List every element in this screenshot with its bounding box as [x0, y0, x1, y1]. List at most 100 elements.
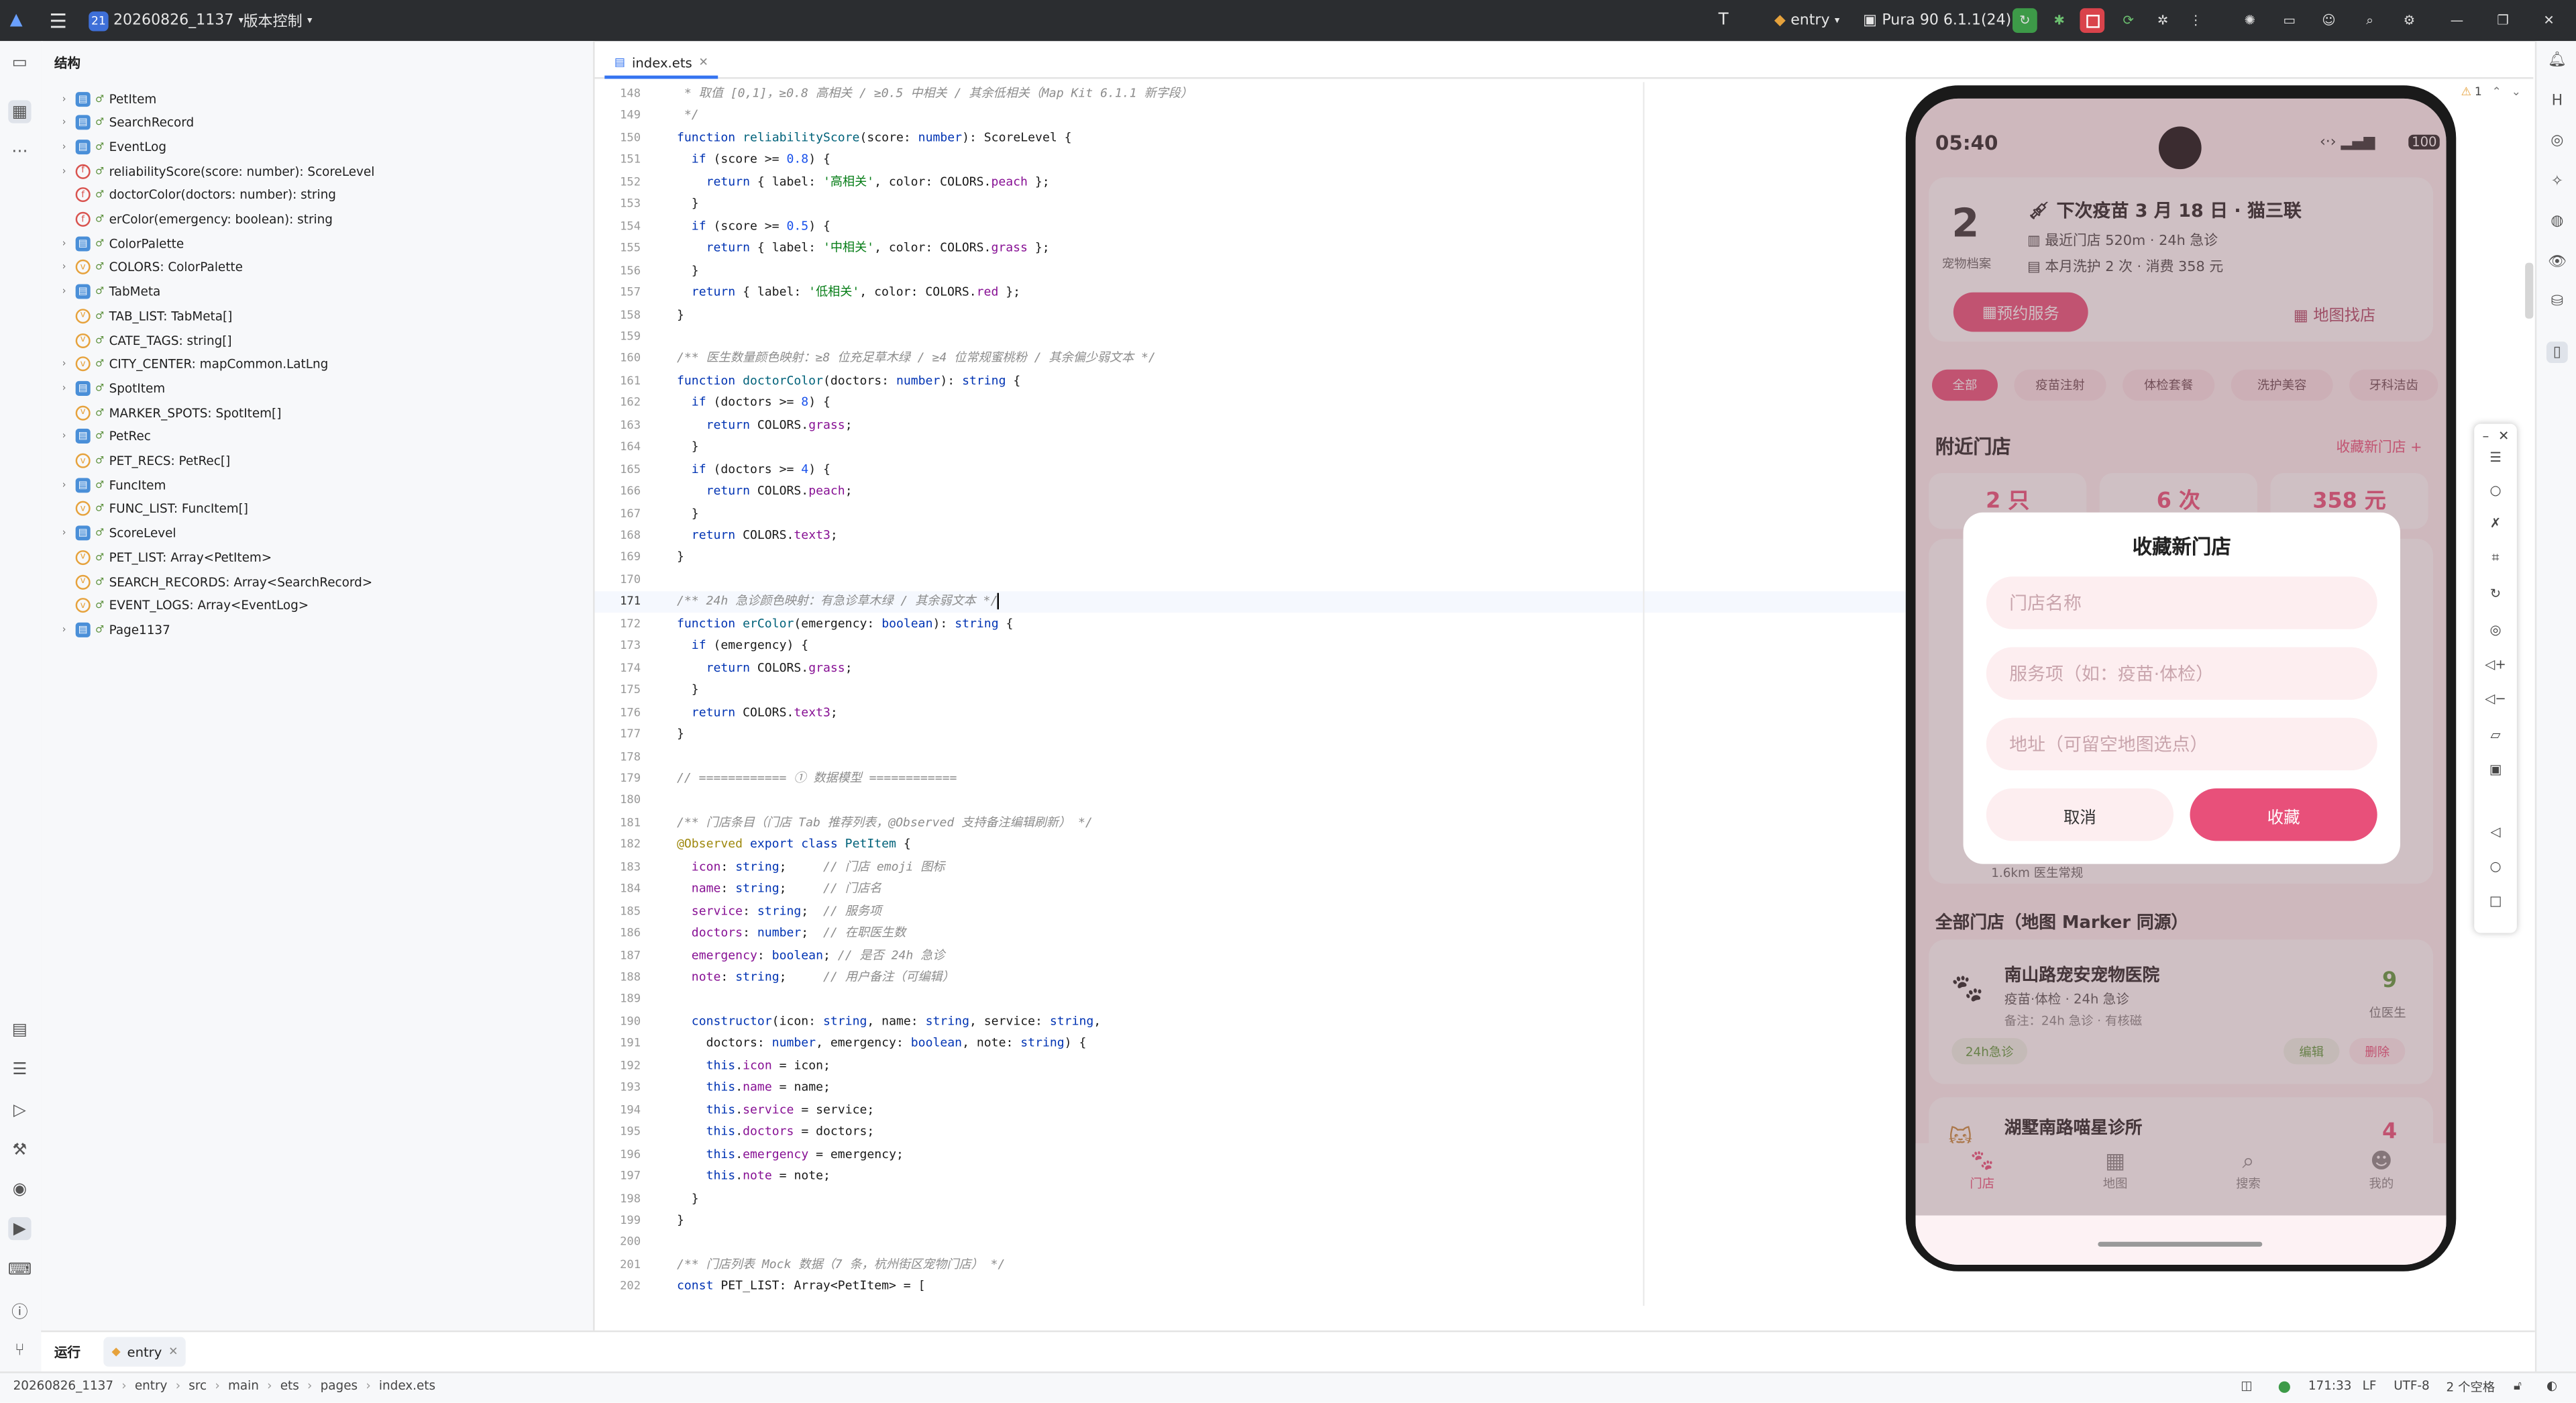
code-line[interactable]: return { label: '中相关', color: COLORS.gra…	[677, 238, 1050, 258]
stop-button[interactable]	[2080, 8, 2105, 33]
power-icon[interactable]: ○	[2484, 478, 2507, 501]
code-line[interactable]: if (doctors >= 8) {	[677, 393, 830, 413]
line-separator[interactable]: LF	[2363, 1378, 2377, 1393]
main-menu-icon[interactable]: ☰	[49, 0, 66, 41]
breadcrumb-item[interactable]: ets	[280, 1378, 299, 1393]
code-line[interactable]: doctors: number; // 在职医生数	[677, 923, 906, 943]
code-line[interactable]: }	[677, 1188, 699, 1208]
editor-scrollbar[interactable]	[2525, 262, 2534, 319]
back-icon[interactable]: ◁	[2484, 820, 2507, 843]
indent-setting[interactable]: 2 个空格	[2447, 1378, 2496, 1396]
structure-item[interactable]: › ▤ ♂ FuncItem	[58, 473, 166, 496]
code-line[interactable]: return { label: '低相关', color: COLORS.red…	[677, 282, 1020, 302]
device-selector[interactable]: ▣ Pura 90 6.1.1(24) ▾	[1863, 0, 2021, 41]
structure-item[interactable]: v ♂ MARKER_SPOTS: SpotItem[]	[58, 401, 281, 424]
structure-item[interactable]: › ▤ ♂ PetItem	[58, 87, 156, 110]
caret-position[interactable]: 171:33	[2308, 1378, 2352, 1393]
breadcrumb-item[interactable]: src	[189, 1378, 207, 1393]
code-line[interactable]: if (score >= 0.5) {	[677, 216, 830, 236]
expand-arrow-icon[interactable]: ›	[58, 382, 71, 394]
screenshot-icon[interactable]: ▣	[2484, 758, 2507, 780]
ai-assistant-icon[interactable]: ✧	[2546, 171, 2568, 193]
expand-arrow-icon[interactable]: ›	[58, 431, 71, 442]
code-line[interactable]: return COLORS.grass;	[677, 415, 853, 435]
layout-inspector-icon[interactable]: ◍	[2546, 210, 2568, 231]
build-icon[interactable]: ⚒	[8, 1138, 31, 1161]
rotate-icon[interactable]: ↻	[2484, 582, 2507, 605]
structure-item[interactable]: › ▤ ♂ SpotItem	[58, 377, 165, 400]
file-tab-index[interactable]: ▤ index.ets ✕	[604, 49, 718, 79]
structure-item[interactable]: › ▤ ♂ TabMeta	[58, 280, 160, 303]
recents-icon[interactable]: □	[2484, 888, 2507, 911]
close-icon[interactable]: ✕	[2496, 424, 2512, 447]
project-folder-icon[interactable]: ▭	[8, 51, 31, 74]
breadcrumb-item[interactable]: 20260826_1137	[13, 1378, 113, 1393]
code-line[interactable]: note: string; // 用户备注（可编辑）	[677, 968, 955, 987]
code-linter-icon[interactable]: ▷	[8, 1099, 31, 1122]
code-line[interactable]: icon: string; // 门店 emoji 图标	[677, 857, 945, 876]
code-line[interactable]: @Observed export class PetItem {	[677, 835, 911, 854]
project-selector[interactable]: 21 20260826_1137 ▾	[89, 0, 244, 41]
apply-changes-button[interactable]: ⟳	[2116, 8, 2141, 33]
code-line[interactable]: doctors: number, emergency: boolean, not…	[677, 1034, 1087, 1053]
folder-button[interactable]: ▭	[2277, 8, 2302, 33]
address-input[interactable]	[1986, 717, 2377, 771]
volume-down-icon[interactable]: ◁−	[2484, 686, 2507, 709]
rerun-button[interactable]: ↻	[2012, 8, 2037, 33]
menu-icon[interactable]: ☰	[2484, 445, 2507, 468]
close-tab-icon[interactable]: ✕	[168, 1345, 178, 1359]
structure-item[interactable]: f ♂ erColor(emergency: boolean): string	[58, 208, 333, 231]
code-line[interactable]: if (emergency) {	[677, 636, 808, 656]
code-line[interactable]: }	[677, 725, 684, 744]
structure-item[interactable]: › v ♂ CITY_CENTER: mapCommon.LatLng	[58, 353, 328, 376]
run-tab-entry[interactable]: ◆ entry ✕	[103, 1337, 186, 1367]
code-line[interactable]: if (score >= 0.8) {	[677, 150, 830, 170]
context-icon[interactable]: ◫	[2241, 1378, 2252, 1393]
structure-item[interactable]: v ♂ SEARCH_RECORDS: Array<SearchRecord>	[58, 570, 372, 592]
structure-item[interactable]: › ▤ ♂ ScoreLevel	[58, 521, 176, 544]
code-line[interactable]: this.service = service;	[677, 1100, 875, 1119]
list-icon[interactable]: ☰	[8, 1058, 31, 1081]
structure-item[interactable]: › ▤ ♂ EventLog	[58, 136, 166, 158]
structure-item[interactable]: › ▤ ♂ Page1137	[58, 618, 170, 641]
terminal-icon[interactable]: ⌨	[8, 1258, 32, 1281]
structure-item[interactable]: v ♂ TAB_LIST: TabMeta[]	[58, 305, 232, 327]
breadcrumb-item[interactable]: entry	[135, 1378, 168, 1393]
search-button[interactable]: ⌕	[2357, 8, 2382, 33]
code-line[interactable]: /** 24h 急诊颜色映射：有急诊草木绿 / 其余弱文本 */	[677, 592, 1000, 611]
expand-arrow-icon[interactable]: ›	[58, 238, 71, 249]
structure-item[interactable]: v ♂ FUNC_LIST: FuncItem[]	[58, 497, 248, 520]
code-line[interactable]: this.note = note;	[677, 1166, 830, 1186]
code-line[interactable]: this.emergency = emergency;	[677, 1144, 904, 1163]
structure-item[interactable]: v ♂ PET_RECS: PetRec[]	[58, 450, 230, 472]
expand-arrow-icon[interactable]: ›	[58, 624, 71, 635]
problems-icon[interactable]: ⓘ	[8, 1298, 31, 1321]
git-icon[interactable]: ⑂	[8, 1339, 31, 1361]
code-line[interactable]: service: string; // 服务项	[677, 901, 881, 921]
minimize-button[interactable]: —	[2445, 8, 2469, 33]
chevron-up-icon[interactable]: ⌃	[2492, 85, 2502, 99]
lock-icon[interactable]: 🔓︎	[2514, 1378, 2522, 1394]
home-indicator[interactable]	[2098, 1241, 2263, 1247]
code-line[interactable]: }	[677, 680, 699, 700]
code-line[interactable]: function erColor(emergency: boolean): st…	[677, 614, 1013, 633]
debug-button[interactable]: ✱	[2047, 8, 2072, 33]
code-editor[interactable]: * 取值 [0,1]，≥0.8 高相关 / ≥0.5 中相关 / 其余低相关（M…	[677, 82, 1892, 1306]
structure-item[interactable]: f ♂ doctorColor(doctors: number): string	[58, 184, 336, 207]
code-line[interactable]: /** 门店条目（门店 Tab 推荐列表，@Observed 支持备注编辑刷新）…	[677, 813, 1093, 832]
file-encoding[interactable]: UTF-8	[2394, 1378, 2430, 1393]
device-mirror-icon[interactable]: ▯	[2546, 342, 2568, 364]
structure-item[interactable]: › v ♂ COLORS: ColorPalette	[58, 256, 243, 279]
expand-arrow-icon[interactable]: ›	[58, 527, 71, 539]
code-line[interactable]: }	[677, 305, 684, 324]
service-input[interactable]	[1986, 647, 2377, 700]
structure-item[interactable]: v ♂ PET_LIST: Array<PetItem>	[58, 545, 272, 568]
code-line[interactable]: /** 医生数量颜色映射：≥8 位充足草木绿 / ≥4 位常规蜜桃粉 / 其余偏…	[677, 349, 1156, 368]
previewer-icon[interactable]: 👁︎	[2546, 252, 2568, 273]
device-screen[interactable]: 05:40 ‹·› ▂▄▆ 100 2 宠物档案 💉︎ 下次疫苗 3 月 18 …	[1915, 98, 2447, 1265]
cancel-button[interactable]: 取消	[1986, 788, 2174, 841]
services-icon[interactable]: ◉	[8, 1178, 31, 1200]
code-line[interactable]: */	[677, 106, 699, 125]
code-line[interactable]: const PET_LIST: Array<PetItem> = [	[677, 1277, 926, 1296]
expand-arrow-icon[interactable]: ›	[58, 479, 71, 490]
